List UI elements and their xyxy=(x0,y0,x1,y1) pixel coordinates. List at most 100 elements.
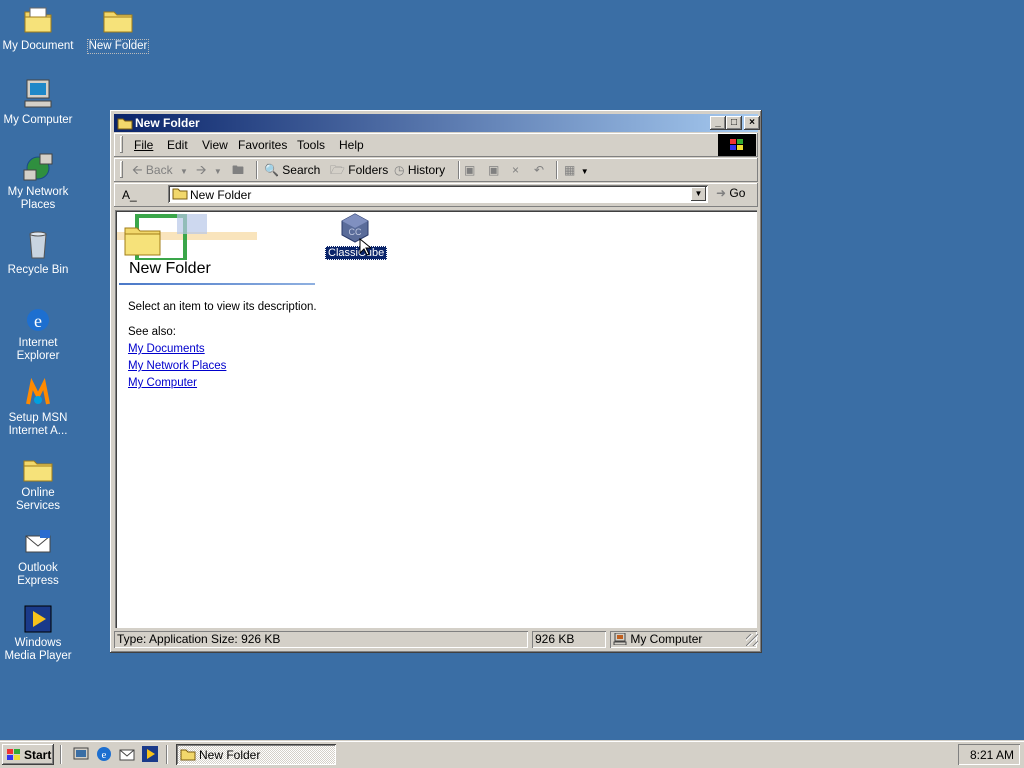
desktop-icon-network-places[interactable]: My Network Places xyxy=(0,152,76,212)
status-bar: Type: Application Size: 926 KB 926 KB My… xyxy=(114,630,758,649)
toolbar-separator xyxy=(458,161,460,179)
system-tray: 8:21 AM xyxy=(958,744,1020,765)
go-button[interactable]: ➜ Go xyxy=(716,186,745,200)
back-button[interactable]: 🡨 Back ▼ xyxy=(132,161,188,179)
menu-tools[interactable]: Tools xyxy=(297,138,325,152)
desktop-icon-my-documents[interactable]: My Document xyxy=(0,4,76,53)
svg-text:CC: CC xyxy=(349,227,362,237)
address-bar: A_ New Folder ▼ ➜ Go xyxy=(114,183,758,207)
status-zone: My Computer xyxy=(610,631,757,648)
link-my-documents[interactable]: My Documents xyxy=(128,343,205,355)
toolbar-separator xyxy=(556,161,558,179)
menu-favorites[interactable]: Favorites xyxy=(238,138,287,152)
link-my-computer[interactable]: My Computer xyxy=(128,377,197,389)
address-value: New Folder xyxy=(190,188,252,202)
desktop-icon-label: Recycle Bin xyxy=(7,264,69,276)
title-bar[interactable]: New Folder _ □ × xyxy=(114,114,760,132)
toolbar-separator xyxy=(256,161,258,179)
internet-explorer-icon: e xyxy=(22,303,54,335)
desktop-icon-recycle-bin[interactable]: Recycle Bin xyxy=(0,228,76,277)
folder-icon xyxy=(22,453,54,485)
maximize-button[interactable]: □ xyxy=(726,116,742,130)
minimize-button[interactable]: _ xyxy=(710,116,726,130)
close-button[interactable]: × xyxy=(744,116,760,130)
folder-icon xyxy=(117,116,133,130)
folders-icon: 🗁 xyxy=(330,163,345,177)
address-dropdown-button[interactable]: ▼ xyxy=(691,187,706,201)
folders-button[interactable]: 🗁 Folders xyxy=(330,161,388,179)
views-button[interactable]: ▦ ▼ xyxy=(564,161,589,179)
quicklaunch-separator xyxy=(60,745,62,764)
taskbar: Start e New Folder 8:21 AM xyxy=(0,740,1024,768)
back-arrow-icon: 🡨 xyxy=(132,162,143,177)
windows-logo-icon xyxy=(6,748,22,762)
show-desktop-icon[interactable] xyxy=(72,745,90,763)
delete-button[interactable]: × xyxy=(512,161,519,179)
folder-icon xyxy=(180,747,196,764)
desktop-icon-label: Setup MSN Internet A... xyxy=(8,412,68,437)
search-icon: 🔍 xyxy=(264,163,279,177)
delete-icon: × xyxy=(512,163,520,177)
outlook-express-icon[interactable] xyxy=(118,745,136,763)
my-documents-icon xyxy=(22,4,54,36)
desktop-icon-label: My Network Places xyxy=(7,186,69,211)
media-player-icon[interactable] xyxy=(141,745,159,763)
recycle-bin-icon xyxy=(22,228,54,260)
forward-button[interactable]: 🡪 ▼ xyxy=(196,161,222,179)
toolbar-grip[interactable] xyxy=(120,161,123,178)
outlook-express-icon xyxy=(22,528,54,560)
desktop-icon-msn[interactable]: Setup MSN Internet A... xyxy=(0,377,76,438)
start-label: Start xyxy=(24,748,52,762)
up-folder-icon: 🖿 xyxy=(232,163,245,177)
desktop-icon-online-services[interactable]: Online Services xyxy=(0,453,76,513)
heading-divider xyxy=(119,283,315,285)
chevron-down-icon: ▼ xyxy=(580,167,589,176)
desktop-icon-internet-explorer[interactable]: e Internet Explorer xyxy=(0,303,76,363)
desktop-icon-my-computer[interactable]: My Computer xyxy=(0,78,76,127)
undo-icon: ↶ xyxy=(534,163,545,177)
status-info: Type: Application Size: 926 KB xyxy=(114,631,528,648)
move-to-button[interactable]: ▣ xyxy=(464,161,475,179)
explorer-window: New Folder _ □ × File Edit View Favorite… xyxy=(110,110,762,653)
file-item-classicube[interactable]: CC ClassiCube xyxy=(325,212,388,260)
taskbar-button-new-folder[interactable]: New Folder xyxy=(176,744,336,765)
folder-content: New Folder Select an item to view its de… xyxy=(115,210,757,628)
menu-edit[interactable]: Edit xyxy=(167,138,188,152)
menu-file[interactable]: File xyxy=(134,138,153,152)
menu-help[interactable]: Help xyxy=(339,138,364,152)
desktop-icon-outlook-express[interactable]: Outlook Express xyxy=(0,528,76,588)
taskbar-separator xyxy=(166,745,168,764)
link-my-network-places[interactable]: My Network Places xyxy=(128,360,226,372)
desktop-icon-label: Windows Media Player xyxy=(4,637,72,662)
chevron-down-icon: ▼ xyxy=(213,167,222,176)
desktop-icon-label: My Document xyxy=(2,40,74,52)
desktop-icon-new-folder[interactable]: New Folder xyxy=(80,4,156,54)
copy-to-button[interactable]: ▣ xyxy=(488,161,499,179)
folder-icon xyxy=(172,187,188,200)
mouse-cursor-icon xyxy=(359,237,373,259)
address-field[interactable]: New Folder ▼ xyxy=(168,185,708,203)
menu-view[interactable]: View xyxy=(202,138,228,152)
clock[interactable]: 8:21 AM xyxy=(970,748,1014,762)
see-also-label: See also: xyxy=(128,326,176,338)
start-button[interactable]: Start xyxy=(2,744,54,765)
standard-toolbar: 🡨 Back ▼ 🡪 ▼ 🖿 🔍 Search 🗁 Folders ◷ Hist… xyxy=(114,158,758,182)
resize-grip[interactable] xyxy=(746,634,758,646)
undo-button[interactable]: ↶ xyxy=(534,161,544,179)
menu-bar: File Edit View Favorites Tools Help xyxy=(114,133,758,157)
file-item-label: ClassiCube xyxy=(325,246,388,260)
msn-icon xyxy=(22,377,54,410)
desktop-icon-media-player[interactable]: Windows Media Player xyxy=(0,603,76,663)
desktop-icon-label: My Computer xyxy=(3,114,73,126)
move-to-icon: ▣ xyxy=(464,163,476,177)
go-arrow-icon: ➜ xyxy=(716,186,727,200)
internet-explorer-icon[interactable]: e xyxy=(95,745,113,763)
folder-description: Select an item to view its description. xyxy=(128,301,317,313)
svg-text:e: e xyxy=(34,311,42,331)
my-computer-icon xyxy=(613,632,627,646)
search-button[interactable]: 🔍 Search xyxy=(264,161,320,179)
history-button[interactable]: ◷ History xyxy=(394,161,445,179)
up-folder-button[interactable]: 🖿 xyxy=(232,161,244,179)
folder-banner-graphic xyxy=(117,214,267,262)
toolbar-grip[interactable] xyxy=(120,136,123,153)
